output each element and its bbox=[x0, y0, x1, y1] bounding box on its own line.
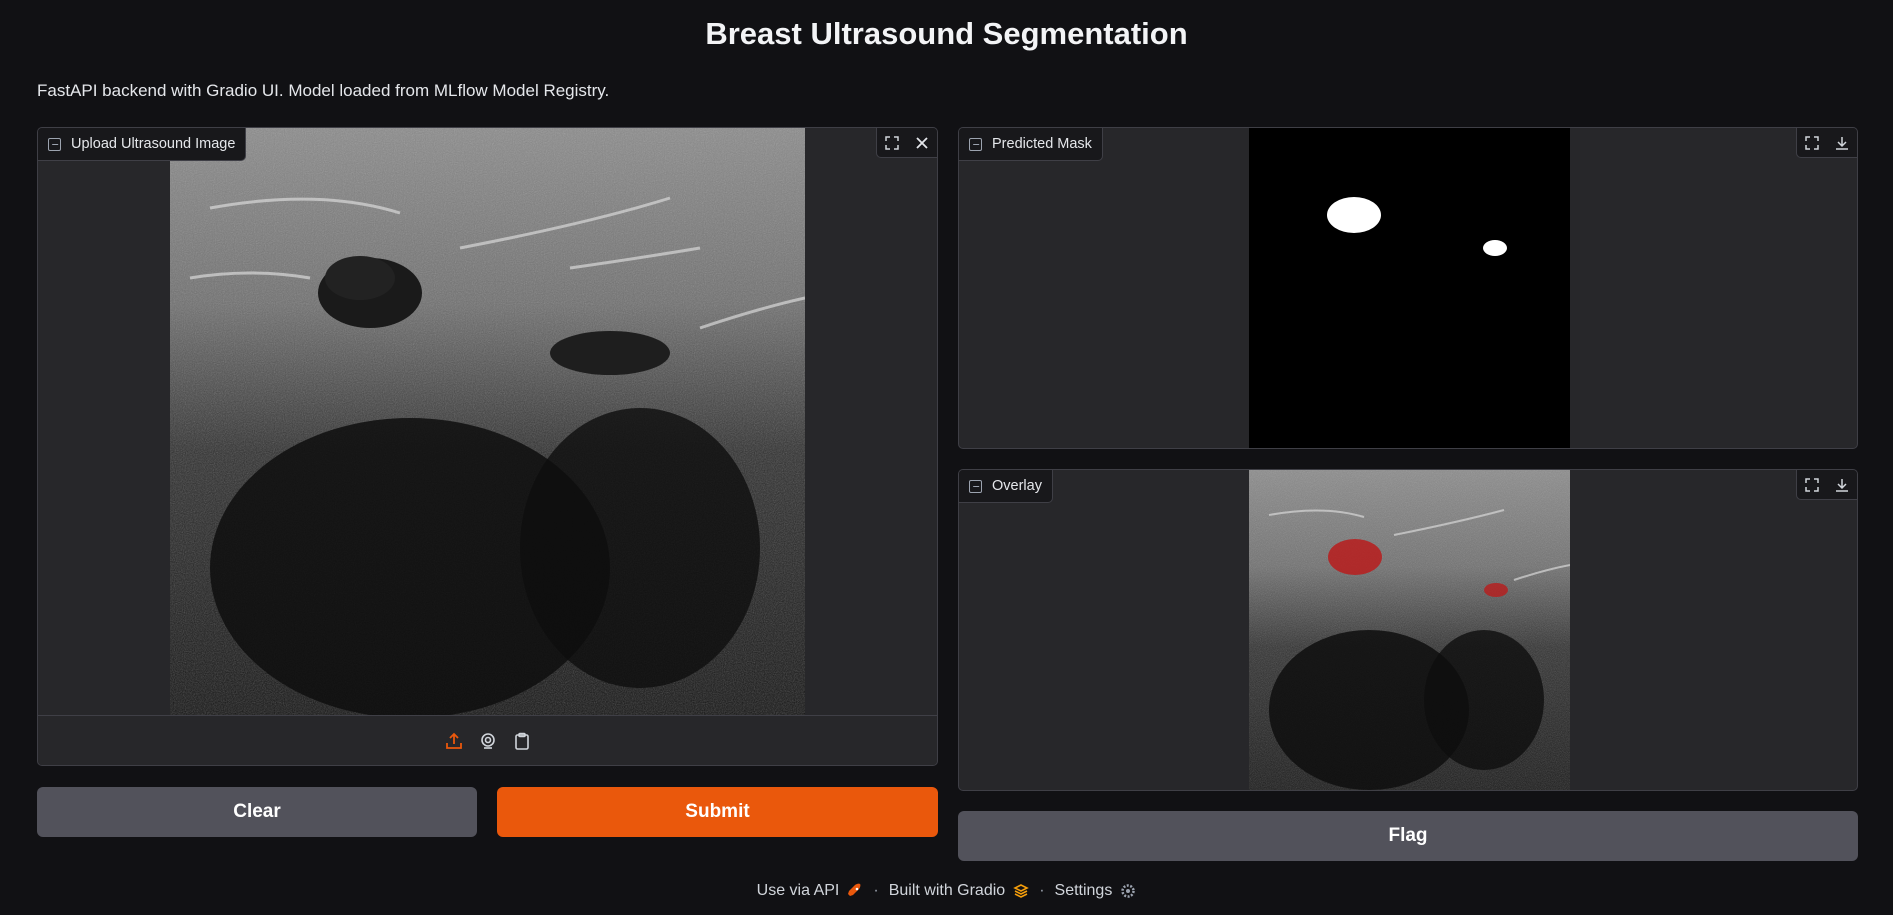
predicted-mask-label-text: Predicted Mask bbox=[992, 136, 1092, 152]
overlay-label: Overlay bbox=[959, 470, 1053, 503]
predicted-mask-image bbox=[1249, 128, 1570, 448]
gear-icon bbox=[1121, 884, 1136, 898]
download-icon[interactable] bbox=[1827, 128, 1857, 158]
image-source-bar bbox=[38, 715, 937, 765]
predicted-mask-panel: Predicted Mask bbox=[958, 127, 1858, 449]
flag-button[interactable]: Flag bbox=[958, 811, 1858, 861]
clipboard-icon[interactable] bbox=[511, 730, 533, 752]
image-icon bbox=[969, 137, 982, 151]
footer-separator: · bbox=[873, 882, 879, 899]
image-icon bbox=[969, 479, 982, 493]
upload-image-toolbar bbox=[876, 128, 937, 158]
gradio-logo-icon bbox=[1013, 884, 1029, 898]
upload-image-panel[interactable]: Upload Ultrasound Image bbox=[37, 127, 938, 766]
close-icon[interactable] bbox=[907, 128, 937, 158]
image-icon bbox=[48, 137, 61, 151]
webcam-icon[interactable] bbox=[477, 730, 499, 752]
download-icon[interactable] bbox=[1827, 470, 1857, 500]
fullscreen-icon[interactable] bbox=[877, 128, 907, 158]
overlay-label-text: Overlay bbox=[992, 478, 1042, 494]
settings-text: Settings bbox=[1054, 882, 1113, 899]
predicted-mask-label: Predicted Mask bbox=[959, 128, 1103, 161]
page-title: Breast Ultrasound Segmentation bbox=[705, 16, 1188, 51]
overlay-image bbox=[1249, 470, 1570, 790]
built-with-gradio-text: Built with Gradio bbox=[888, 882, 1006, 899]
overlay-panel: Overlay bbox=[958, 469, 1858, 791]
upload-icon[interactable] bbox=[443, 730, 465, 752]
submit-button[interactable]: Submit bbox=[497, 787, 938, 837]
footer-separator: · bbox=[1039, 882, 1045, 899]
footer: Use via API · Built with Gradio · Settin… bbox=[0, 882, 1893, 900]
fullscreen-icon[interactable] bbox=[1797, 128, 1827, 158]
use-via-api-link[interactable]: Use via API bbox=[757, 882, 864, 900]
clear-button[interactable]: Clear bbox=[37, 787, 477, 837]
use-via-api-text: Use via API bbox=[756, 882, 840, 899]
uploaded-ultrasound-image bbox=[170, 128, 805, 715]
fullscreen-icon[interactable] bbox=[1797, 470, 1827, 500]
predicted-mask-toolbar bbox=[1796, 128, 1857, 158]
built-with-gradio-link[interactable]: Built with Gradio bbox=[889, 882, 1030, 900]
page-description: FastAPI backend with Gradio UI. Model lo… bbox=[37, 81, 610, 100]
upload-image-label: Upload Ultrasound Image bbox=[38, 128, 247, 161]
rocket-icon bbox=[848, 883, 861, 896]
upload-image-label-text: Upload Ultrasound Image bbox=[71, 136, 236, 152]
overlay-toolbar bbox=[1796, 470, 1857, 500]
settings-link[interactable]: Settings bbox=[1055, 882, 1137, 900]
